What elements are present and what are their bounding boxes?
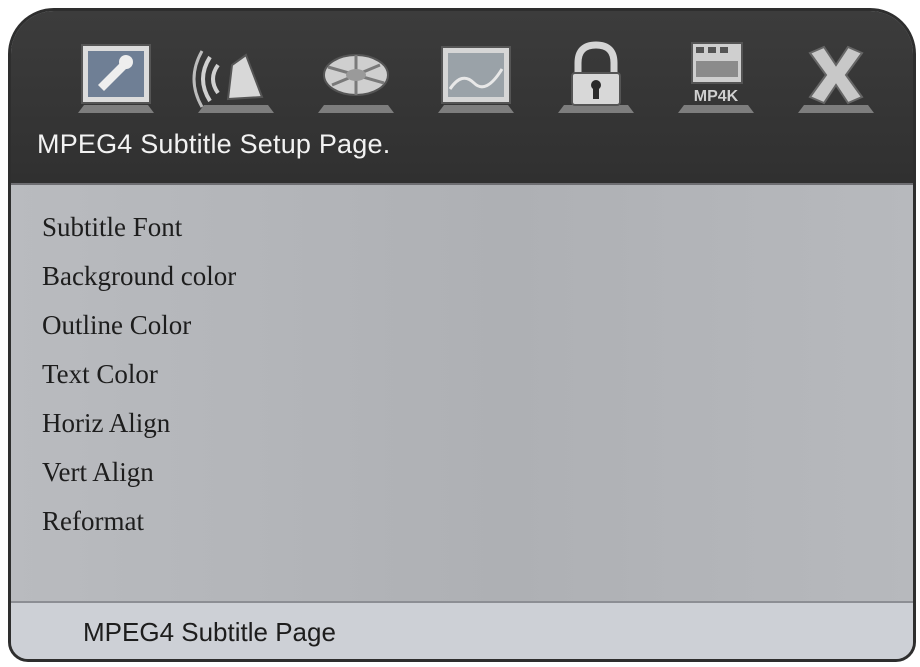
menu-item-outline-color[interactable]: Outline Color [42, 307, 236, 356]
menu-item-text-color[interactable]: Text Color [42, 356, 236, 405]
settings-panel: Subtitle Font Background color Outline C… [11, 183, 913, 603]
video-setup-icon[interactable] [426, 31, 526, 119]
menu-item-reformat[interactable]: Reformat [42, 503, 236, 552]
status-bar: MPEG4 Subtitle Page [11, 601, 913, 659]
menu-item-subtitle-font[interactable]: Subtitle Font [42, 209, 236, 258]
mpeg4-icon[interactable]: MP4K [666, 31, 766, 119]
header-bar: MP4K MPEG4 Subtitle Setup Page. [11, 11, 913, 183]
status-text: MPEG4 Subtitle Page [83, 617, 336, 647]
exit-icon[interactable] [786, 31, 886, 119]
audio-setup-icon[interactable] [186, 31, 286, 119]
general-setup-icon[interactable] [66, 31, 166, 119]
menu-item-horiz-align[interactable]: Horiz Align [42, 405, 236, 454]
page-title: MPEG4 Subtitle Setup Page. [37, 129, 391, 159]
settings-menu: Subtitle Font Background color Outline C… [42, 209, 236, 552]
menu-item-background-color[interactable]: Background color [42, 258, 236, 307]
mpeg4-icon-label: MP4K [694, 88, 739, 105]
dolby-setup-icon[interactable] [306, 31, 406, 119]
lock-icon[interactable] [546, 31, 646, 119]
setup-window: MP4K MPEG4 Subtitle Setup Page. Subtitle… [8, 8, 916, 662]
menu-item-vert-align[interactable]: Vert Align [42, 454, 236, 503]
setup-tabs: MP4K [66, 31, 886, 119]
